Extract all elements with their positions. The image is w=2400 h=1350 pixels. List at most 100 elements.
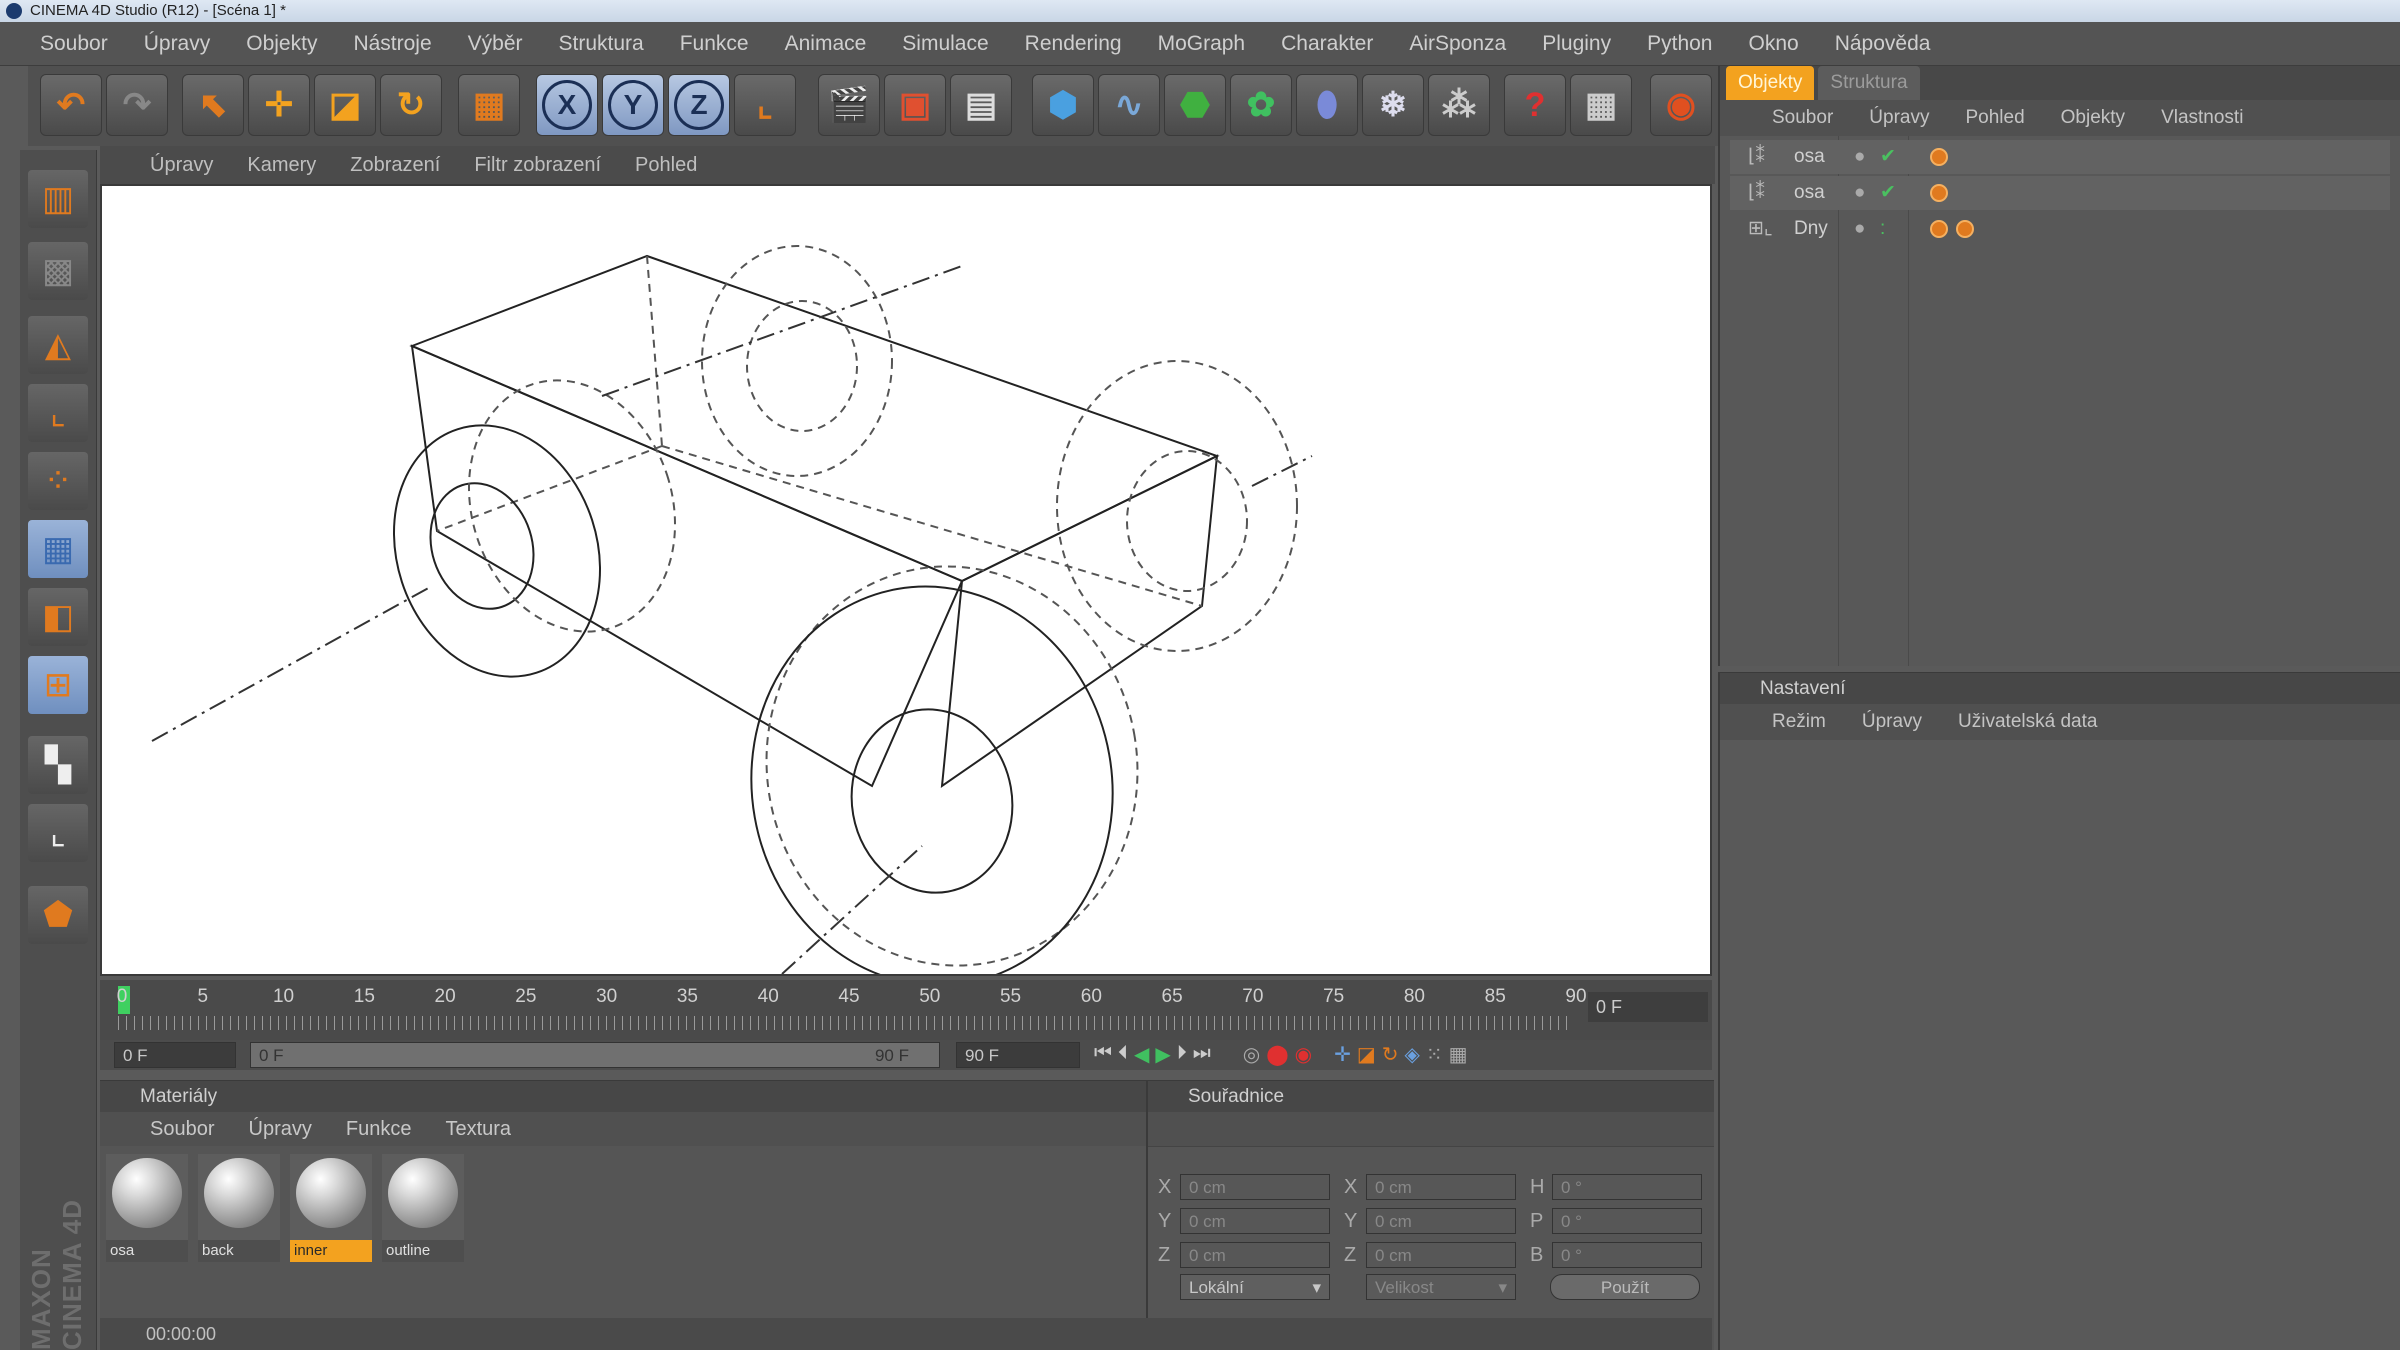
object-manager-menu-item[interactable]: Soubor <box>1772 107 1833 129</box>
object-manager-menu-item[interactable]: Vlastnosti <box>2161 107 2243 129</box>
render-view-button[interactable]: 🎬 <box>818 74 880 136</box>
param-key-icon[interactable]: ◈ <box>1405 1042 1420 1067</box>
y-axis-lock-button[interactable]: Y <box>602 74 664 136</box>
record-keys-icon[interactable]: ◎ <box>1243 1042 1260 1067</box>
materials-menu-item[interactable]: Soubor <box>150 1118 215 1141</box>
visibility-dot-icon[interactable]: ● <box>1854 176 1865 210</box>
menu-item[interactable]: Python <box>1647 32 1712 56</box>
rotate-tool-button[interactable]: ↻ <box>380 74 442 136</box>
axis-mode-button[interactable]: ⌞ <box>28 384 88 442</box>
menu-item[interactable]: Objekty <box>246 32 317 56</box>
frame-range-slider[interactable]: 0 F 90 F <box>250 1042 940 1068</box>
perspective-viewport[interactable] <box>100 184 1712 976</box>
menu-item[interactable]: Charakter <box>1281 32 1373 56</box>
autokey-icon[interactable]: ⬤ <box>1266 1042 1288 1067</box>
scale-tool-button[interactable]: ◪ <box>314 74 376 136</box>
keyframe-selection-icon[interactable]: ◉ <box>1295 1042 1312 1067</box>
menu-item[interactable]: Nástroje <box>353 32 431 56</box>
object-mode-button[interactable]: ▩ <box>28 242 88 300</box>
deformer-button[interactable]: ⬮ <box>1296 74 1358 136</box>
tab-struktura[interactable]: Struktura <box>1818 66 1920 100</box>
redo-button[interactable]: ↷ <box>106 74 168 136</box>
position-key-icon[interactable]: ✛ <box>1334 1042 1351 1067</box>
timeline-window-icon[interactable]: ▦ <box>1449 1042 1468 1067</box>
move-tool-button[interactable]: ✛ <box>248 74 310 136</box>
rotation-field[interactable]: 0 ° <box>1552 1242 1702 1268</box>
scale-key-icon[interactable]: ◪ <box>1357 1042 1376 1067</box>
previous-key-icon[interactable]: ⏴ <box>1118 1042 1128 1067</box>
object-row[interactable]: ⌊⁑ osa ● ✔ <box>1730 140 2390 174</box>
material-swatch[interactable]: osa <box>106 1154 188 1262</box>
menu-item[interactable]: Soubor <box>40 32 108 56</box>
environment-button[interactable]: ❄ <box>1362 74 1424 136</box>
menu-item[interactable]: Výběr <box>468 32 523 56</box>
go-to-start-icon[interactable]: ⏮ <box>1094 1042 1112 1067</box>
size-field[interactable]: 0 cm <box>1366 1242 1516 1268</box>
visibility-dot-icon[interactable]: ● <box>1854 212 1865 246</box>
object-row[interactable]: ⌊⁑ osa ● ✔ <box>1730 176 2390 210</box>
tab-objekty[interactable]: Objekty <box>1726 66 1815 100</box>
menu-item[interactable]: Okno <box>1749 32 1799 56</box>
help-pointer-button[interactable]: ? <box>1504 74 1566 136</box>
position-field[interactable]: 0 cm <box>1180 1208 1330 1234</box>
enable-check-icon[interactable]: : <box>1880 212 1885 246</box>
point-level-icon[interactable]: ⁙ <box>1426 1042 1443 1067</box>
enable-check-icon[interactable]: ✔ <box>1880 176 1896 210</box>
size-field[interactable]: 0 cm <box>1366 1174 1516 1200</box>
menu-item[interactable]: Pluginy <box>1542 32 1611 56</box>
array-button[interactable]: ✿ <box>1230 74 1292 136</box>
x-axis-lock-button[interactable]: X <box>536 74 598 136</box>
material-swatch[interactable]: inner <box>290 1154 372 1262</box>
coordinate-system-button[interactable]: ⌞ <box>734 74 796 136</box>
render-settings-button[interactable]: ▤ <box>950 74 1012 136</box>
size-field[interactable]: 0 cm <box>1366 1208 1516 1234</box>
enable-check-icon[interactable]: ✔ <box>1880 140 1896 174</box>
camera-button[interactable]: ⁂ <box>1428 74 1490 136</box>
live-selection-button[interactable]: ⬉ <box>182 74 244 136</box>
materials-menu-item[interactable]: Textura <box>445 1118 511 1141</box>
render-picture-viewer-button[interactable]: ▣ <box>884 74 946 136</box>
object-manager-menu-item[interactable]: Objekty <box>2061 107 2125 129</box>
menu-item[interactable]: Simulace <box>902 32 988 56</box>
next-key-icon[interactable]: ⏵ <box>1177 1042 1187 1067</box>
menu-item[interactable]: Funkce <box>680 32 749 56</box>
materials-menu-item[interactable]: Úpravy <box>249 1118 312 1141</box>
menu-item[interactable]: Úpravy <box>144 32 211 56</box>
object-row[interactable]: ⊞⌞ Dny ●: <box>1730 212 2390 246</box>
material-tag[interactable] <box>1930 184 1948 202</box>
spline-pen-button[interactable]: ∿ <box>1098 74 1160 136</box>
menu-item[interactable]: Rendering <box>1025 32 1122 56</box>
materials-menu-item[interactable]: Funkce <box>346 1118 412 1141</box>
cube-object-button[interactable]: ⬢ <box>1032 74 1094 136</box>
texture-mode-button[interactable]: ◭ <box>28 316 88 374</box>
current-frame-field[interactable]: 0 F <box>1588 992 1708 1022</box>
workplane-button[interactable]: ⬟ <box>28 886 88 944</box>
recent-tools-button[interactable]: ▦ <box>458 74 520 136</box>
cinema4d-logo-button[interactable]: ◉ <box>1650 74 1712 136</box>
z-axis-lock-button[interactable]: Z <box>668 74 730 136</box>
material-tag[interactable] <box>1956 220 1974 238</box>
end-frame-field[interactable]: 90 F <box>956 1042 1080 1068</box>
timeline-ruler[interactable]: 0 5 10 15 20 25 30 35 40 45 50 55 60 65 70 75 80 85 90 <box>100 980 1712 1040</box>
attribute-manager-menu-item[interactable]: Režim <box>1772 711 1826 733</box>
nurbs-button[interactable]: ⬣ <box>1164 74 1226 136</box>
go-to-end-icon[interactable]: ⏭ <box>1193 1042 1211 1067</box>
material-tag[interactable] <box>1930 148 1948 166</box>
menu-item[interactable]: Animace <box>785 32 867 56</box>
rotation-field[interactable]: 0 ° <box>1552 1208 1702 1234</box>
material-swatch[interactable]: back <box>198 1154 280 1262</box>
object-manager-menu-item[interactable]: Pohled <box>1965 107 2024 129</box>
play-forward-icon[interactable]: ▶ <box>1155 1042 1170 1067</box>
points-mode-button[interactable]: ⁘ <box>28 452 88 510</box>
undo-button[interactable]: ↶ <box>40 74 102 136</box>
material-tag[interactable] <box>1930 220 1948 238</box>
play-backward-icon[interactable]: ◀ <box>1134 1042 1149 1067</box>
checker-button[interactable]: ▚ <box>28 736 88 794</box>
layout-button[interactable]: ▦ <box>1570 74 1632 136</box>
polygons-mode-button[interactable]: ◧ <box>28 588 88 646</box>
position-field[interactable]: 0 cm <box>1180 1174 1330 1200</box>
rotation-field[interactable]: 0 ° <box>1552 1174 1702 1200</box>
tweak-mode-button[interactable]: ⊞ <box>28 656 88 714</box>
start-frame-field[interactable]: 0 F <box>114 1042 236 1068</box>
visibility-dot-icon[interactable]: ● <box>1854 140 1865 174</box>
